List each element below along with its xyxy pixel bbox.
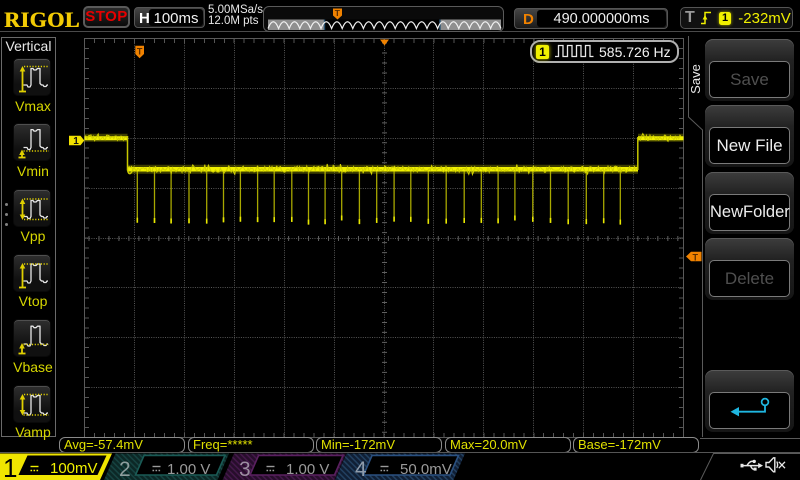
- svg-text:T: T: [693, 252, 699, 262]
- svg-text:1: 1: [73, 136, 79, 147]
- svg-text:T: T: [137, 47, 143, 57]
